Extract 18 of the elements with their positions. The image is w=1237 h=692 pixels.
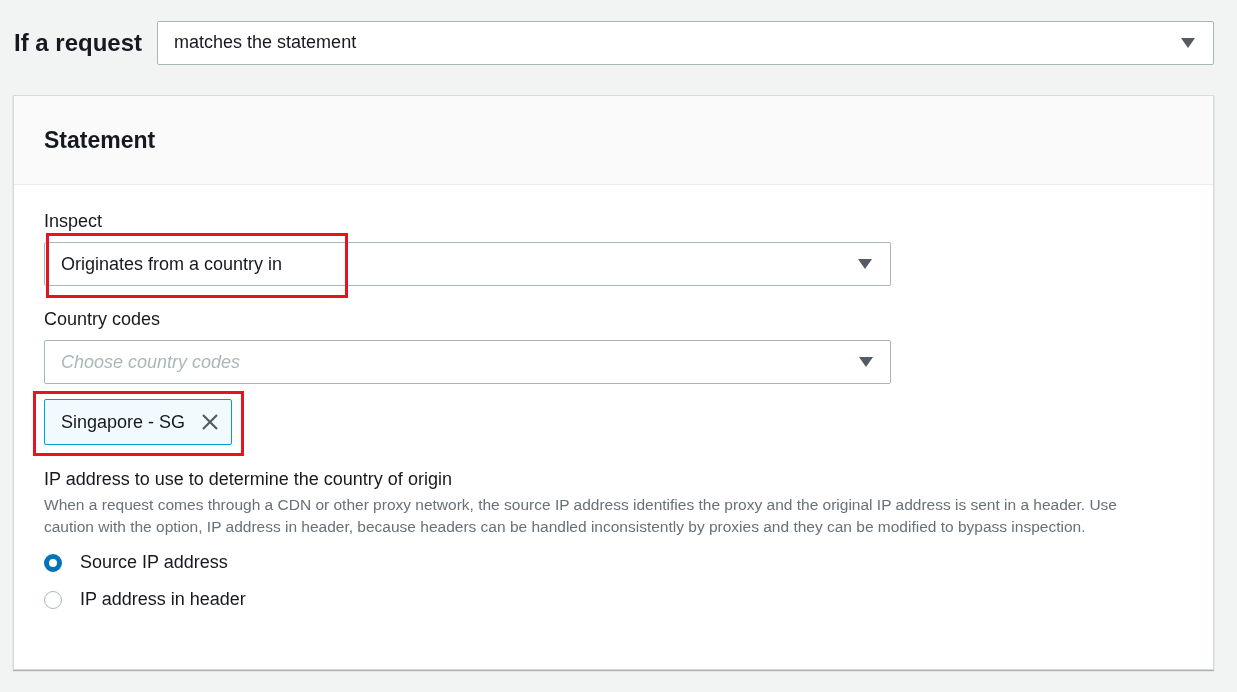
field-label: Inspect: [44, 211, 104, 232]
radio-option[interactable]: IP address in header: [44, 589, 1183, 610]
close-icon[interactable]: [201, 413, 220, 431]
caret-icon: [1181, 37, 1195, 48]
caret-icon: [859, 357, 873, 367]
radio-button[interactable]: [44, 590, 62, 609]
inspect-select[interactable]: Originates from a country in: [44, 242, 891, 286]
country-codes-select[interactable]: Choose country codes: [44, 340, 891, 384]
condition-select[interactable]: matches the statement: [157, 20, 1214, 65]
field-label: Country codes: [44, 309, 162, 330]
field-description: When a request comes through a CDN or other proxy network, the source IP address identifies the proxy and the original IP address is sent in a header. Use caution with the option, IP address in header, because headers can be handled inconsistently by proxies and they can be modified to bypass inspection.: [44, 495, 1118, 537]
caret-icon: [858, 259, 872, 269]
condition-label: If a request: [13, 28, 143, 57]
radio-option[interactable]: Source IP address: [44, 552, 1183, 573]
radio-button[interactable]: [44, 553, 62, 572]
token-label: Singapore - SG: [61, 411, 186, 433]
panel-title: Statement: [44, 126, 156, 154]
field-label: IP address to use to determine the country of origin: [44, 469, 453, 490]
